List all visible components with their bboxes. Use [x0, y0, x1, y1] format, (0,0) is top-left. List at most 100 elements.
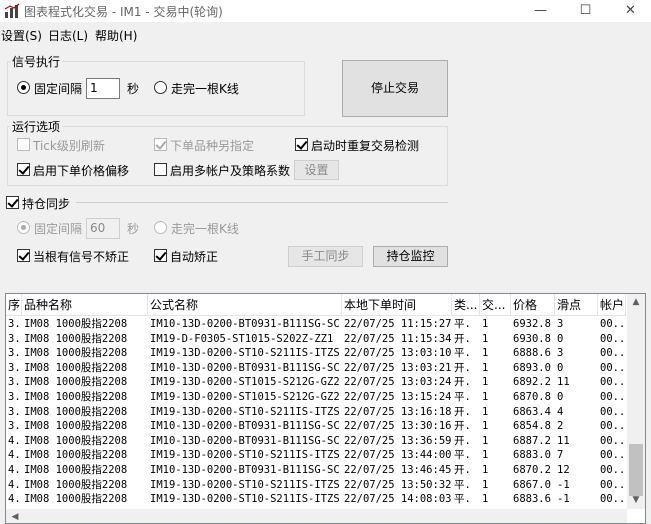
- no-correct-checkbox[interactable]: [17, 249, 30, 262]
- cell-type: 平.: [454, 318, 471, 330]
- multi-account-checkbox[interactable]: [154, 163, 167, 176]
- sync-kline-radio[interactable]: [154, 221, 167, 234]
- cell-symbol: IM08 1000股指2208: [24, 493, 128, 506]
- price-offset-label: 启用下单价格偏移: [33, 164, 130, 178]
- scroll-down-arrow-icon[interactable]: ▼: [627, 492, 645, 509]
- col-header-symbol[interactable]: 品种名称: [22, 294, 148, 316]
- title-bar: 图表程式化交易 - IM1 - 交易中(轮询) — ☐ ✕: [0, 0, 651, 22]
- cell-volume: 1: [482, 391, 489, 403]
- tick-refresh-checkbox[interactable]: [17, 138, 30, 151]
- scroll-up-arrow-icon[interactable]: ▲: [627, 294, 645, 311]
- cell-type: 平.: [454, 493, 471, 506]
- restart-check-checkbox[interactable]: [295, 138, 308, 151]
- table-row[interactable]: 3. IM08 1000股指2208 IM19-13D-0200-ST10-S211…: [6, 346, 626, 361]
- position-sync-checkbox[interactable]: [6, 196, 19, 209]
- signal-kline-radio[interactable]: [154, 81, 167, 94]
- cell-account: 00..: [600, 434, 626, 447]
- cell-order-time: 22/07/25 13:03:21: [344, 361, 452, 374]
- cell-volume: 1: [482, 318, 489, 330]
- tick-refresh-label: Tick级别刷新: [33, 139, 105, 153]
- horizontal-scrollbar[interactable]: ◀: [6, 509, 627, 523]
- minimize-button[interactable]: —: [518, 0, 563, 22]
- table-row[interactable]: 3. IM08 1000股指2208 IM19-13D-0200-ST1015-S2…: [6, 375, 626, 390]
- table-row[interactable]: 4. IM08 1000股指2208 IM10-13D-0200-BT0931-B1…: [6, 463, 626, 478]
- cell-formula: IM19-13D-0200-ST10-S211IS-ITZS: [150, 405, 340, 418]
- cell-index: 4.: [8, 434, 21, 447]
- cell-symbol: IM08 1000股指2208: [24, 347, 128, 360]
- col-header-price[interactable]: 价格: [511, 294, 555, 316]
- table-row[interactable]: 3. IM08 1000股指2208 IM10-13D-0200-BT0931-B1…: [6, 361, 626, 376]
- sync-fixed-interval-radio[interactable]: [17, 221, 30, 234]
- cell-symbol: IM08 1000股指2208: [24, 405, 128, 418]
- cell-volume: 1: [482, 434, 489, 447]
- table-row[interactable]: 3. IM08 1000股指2208 IM10-13D-0200-BT0931-B1…: [6, 419, 626, 434]
- cell-index: 3.: [8, 405, 21, 418]
- cell-symbol: IM08 1000股指2208: [24, 420, 128, 433]
- price-offset-checkbox[interactable]: [17, 163, 30, 176]
- signal-interval-input[interactable]: 1: [86, 78, 120, 99]
- close-button[interactable]: ✕: [608, 0, 651, 22]
- cell-account: 00..: [600, 420, 626, 433]
- cell-formula: IM19-13D-0200-ST1015-S212G-GZ2: [150, 391, 340, 403]
- cell-order-time: 22/07/25 13:03:10: [344, 347, 452, 360]
- cell-slippage: 0: [557, 391, 564, 403]
- table-row[interactable]: 4. IM08 1000股指2208 IM19-13D-0200-ST10-S211…: [6, 478, 626, 493]
- cell-type: 平.: [454, 478, 471, 491]
- window-title: 图表程式化交易 - IM1 - 交易中(轮询): [24, 5, 223, 19]
- table-row[interactable]: 3. IM08 1000股指2208 IM19-13D-0200-ST1015-S2…: [6, 390, 626, 405]
- col-header-slippage[interactable]: 滑点: [555, 294, 598, 316]
- table-row[interactable]: 3. IM08 1000股指2208 IM19-D-F0305-ST1015-S20…: [6, 332, 626, 347]
- cell-price: 6863.4: [513, 405, 551, 418]
- cell-account: 00..: [600, 318, 626, 330]
- menu-log[interactable]: 日志(L): [48, 27, 88, 44]
- cell-symbol: IM08 1000股指2208: [24, 361, 128, 374]
- manual-sync-button[interactable]: 手工同步: [288, 246, 363, 267]
- table-row[interactable]: 3. IM08 1000股指2208 IM10-13D-0200-BT0931-B1…: [6, 317, 626, 332]
- cell-index: 4.: [8, 478, 21, 491]
- col-header-account[interactable]: 帐户: [598, 294, 626, 316]
- cell-volume: 1: [482, 347, 489, 360]
- multi-account-settings-button[interactable]: 设置: [294, 160, 339, 180]
- scroll-left-arrow-icon[interactable]: ◀: [6, 509, 24, 523]
- col-header-index[interactable]: 序: [6, 294, 22, 316]
- cell-order-time: 22/07/25 13:46:45: [344, 464, 452, 476]
- menu-settings[interactable]: 设置(S): [1, 27, 42, 44]
- signal-fixed-interval-radio[interactable]: [17, 81, 30, 94]
- cell-order-time: 22/07/25 13:03:24: [344, 376, 452, 389]
- auto-correct-checkbox[interactable]: [154, 249, 167, 262]
- cell-order-time: 22/07/25 11:15:34: [344, 332, 452, 345]
- stop-trading-button[interactable]: 停止交易: [342, 60, 448, 117]
- cell-index: 3.: [8, 347, 21, 360]
- cell-volume: 1: [482, 405, 489, 418]
- cell-account: 00..: [600, 464, 626, 476]
- cell-volume: 1: [482, 332, 489, 345]
- signal-fixed-interval-label: 固定间隔: [34, 82, 83, 96]
- table-row[interactable]: 4. IM08 1000股指2208 IM19-13D-0200-ST10-S211…: [6, 492, 626, 507]
- sync-interval-input[interactable]: 60: [86, 218, 120, 239]
- position-monitor-button[interactable]: 持仓监控: [373, 246, 448, 267]
- signal-group-title: 信号执行: [10, 53, 63, 70]
- position-sync-divider: [76, 202, 448, 203]
- vertical-scroll-thumb[interactable]: [629, 444, 643, 496]
- col-header-type[interactable]: 类...: [452, 294, 480, 316]
- different-symbol-checkbox[interactable]: [154, 138, 167, 151]
- menu-help[interactable]: 帮助(H): [95, 27, 137, 44]
- col-header-formula[interactable]: 公式名称: [148, 294, 342, 316]
- cell-formula: IM10-13D-0200-BT0931-B111SG-SC: [150, 361, 340, 374]
- table-row[interactable]: 4. IM08 1000股指2208 IM19-13D-0200-ST10-S211…: [6, 448, 626, 463]
- col-header-order-time[interactable]: 本地下单时间: [342, 294, 452, 316]
- cell-account: 00..: [600, 391, 626, 403]
- cell-account: 00..: [600, 347, 626, 360]
- cell-index: 3.: [8, 318, 21, 330]
- cell-formula: IM10-13D-0200-BT0931-B111SG-SC: [150, 464, 340, 476]
- vertical-scrollbar[interactable]: ▲ ▼: [627, 294, 645, 509]
- sync-kline-label: 走完一根K线: [171, 222, 239, 236]
- cell-symbol: IM08 1000股指2208: [24, 478, 128, 491]
- col-header-volume[interactable]: 交...: [480, 294, 511, 316]
- cell-price: 6930.8: [513, 332, 551, 345]
- cell-price: 6888.6: [513, 347, 551, 360]
- table-row[interactable]: 3. IM08 1000股指2208 IM19-13D-0200-ST10-S211…: [6, 405, 626, 420]
- table-row[interactable]: 4. IM08 1000股指2208 IM10-13D-0200-BT0931-B1…: [6, 434, 626, 449]
- maximize-button[interactable]: ☐: [563, 0, 608, 22]
- sync-seconds-label: 秒: [127, 222, 140, 236]
